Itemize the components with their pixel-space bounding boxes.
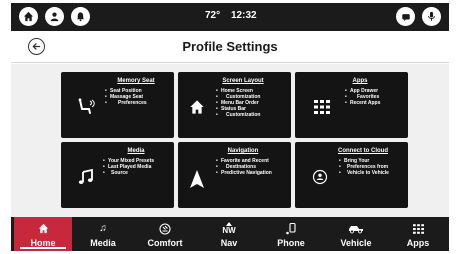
tile-feature-list: Bring Your Preferences from Vehicle to V… [339, 158, 389, 176]
nav-item-comfort[interactable]: Comfort [136, 217, 194, 251]
status-bar: 72° 12:32 [11, 3, 449, 31]
app-grid-icon [412, 221, 424, 236]
nav-item-home[interactable]: Home [14, 217, 72, 251]
tile-apps[interactable]: Apps App Drawer Favorites Recent Apps [295, 72, 408, 138]
tile-media[interactable]: Media Your Mixed Presets Last Played Med… [61, 142, 174, 208]
tile-feature-list: Home Screen Customization Menu Bar Order… [216, 88, 260, 118]
page-title: Profile Settings [182, 39, 278, 54]
tile-navigation[interactable]: Navigation Favorite and Recent Destinati… [178, 142, 291, 208]
nav-label: Vehicle [340, 238, 372, 248]
message-icon[interactable] [396, 7, 415, 26]
nav-label: Media [90, 238, 116, 248]
settings-grid: Memory Seat Seat Position Massage Seat P… [11, 64, 449, 217]
music-note-icon [75, 166, 97, 188]
tile-feature-list: App Drawer Favorites Recent Apps [345, 88, 380, 106]
compass-icon: NW [222, 221, 236, 236]
vehicle-icon [348, 221, 364, 236]
nav-label: Phone [277, 238, 305, 248]
tile-memory-seat[interactable]: Memory Seat Seat Position Massage Seat P… [61, 72, 174, 138]
phone-icon [285, 221, 297, 236]
tile-title: Navigation [227, 148, 259, 154]
tile-feature-list: Seat Position Massage Seat Preferences [105, 88, 147, 106]
tile-title: Connect to Cloud [338, 148, 388, 154]
tile-screen-layout[interactable]: Screen Layout Home Screen Customization … [178, 72, 291, 138]
nav-item-media[interactable]: ♫ Media [74, 217, 132, 251]
nav-item-apps[interactable]: Apps [389, 217, 447, 251]
app-grid-icon [311, 96, 333, 118]
tile-title: Screen Layout [222, 78, 264, 84]
cloud-user-icon [309, 166, 331, 188]
list-item: Customization [216, 112, 260, 118]
nav-item-nav[interactable]: NW Nav [200, 217, 258, 251]
temperature-readout: 72° [205, 10, 221, 21]
bell-icon[interactable] [71, 7, 90, 26]
navigation-arrow-icon [186, 168, 208, 190]
home-icon [186, 96, 208, 118]
nav-item-phone[interactable]: Phone [262, 217, 320, 251]
home-icon[interactable] [19, 7, 38, 26]
tile-title: Memory Seat [117, 78, 155, 84]
list-item: Vehicle to Vehicle [339, 170, 389, 176]
infotainment-screen: 72° 12:32 Profile Settings Memory Seat S… [11, 3, 449, 251]
list-item: Source [103, 170, 154, 176]
tile-title: Apps [352, 78, 368, 84]
tile-title: Media [127, 148, 145, 154]
list-item: Recent Apps [345, 100, 380, 106]
seat-icon [75, 96, 97, 118]
tile-feature-list: Your Mixed Presets Last Played Media Sou… [103, 158, 154, 176]
tile-connect-to-cloud[interactable]: Connect to Cloud Bring Your Preferences … [295, 142, 408, 208]
page-header: Profile Settings [11, 31, 449, 63]
list-item: Preferences [105, 100, 147, 106]
music-note-icon: ♫ [99, 223, 107, 234]
home-icon [38, 221, 49, 236]
nav-label: Nav [220, 238, 238, 248]
tile-feature-list: Favorite and Recent Destinations Predict… [216, 158, 272, 176]
nav-label: Comfort [147, 238, 183, 248]
comfort-icon [159, 221, 171, 236]
compass-heading: NW [222, 226, 236, 235]
user-icon[interactable] [45, 7, 64, 26]
nav-item-vehicle[interactable]: Vehicle [327, 217, 385, 251]
list-item: Predictive Navigation [216, 170, 272, 176]
active-tab-indicator [20, 247, 66, 249]
microphone-icon[interactable] [422, 7, 441, 26]
bottom-nav-bar: Home ♫ Media Comfort NW Nav Phone Vehicl… [11, 217, 449, 251]
clock: 12:32 [231, 10, 257, 21]
nav-label: Apps [406, 238, 430, 248]
